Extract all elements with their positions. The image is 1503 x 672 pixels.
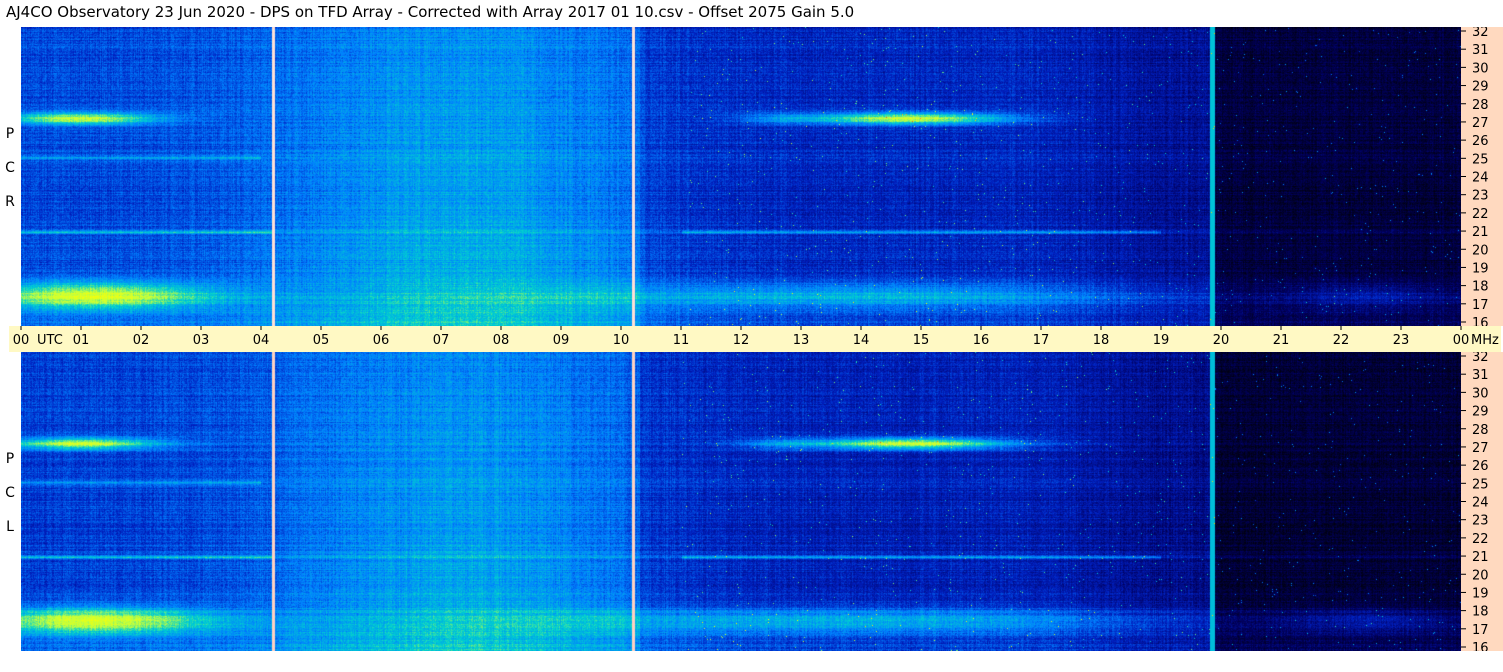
time-tick-label: 20 (1213, 333, 1230, 348)
time-tick-label: 19 (1153, 333, 1170, 348)
time-tick-label: 05 (313, 333, 330, 348)
rcp-frequency-axis: 32 31 30 29 28 27 26 25 24 23 22 21 20 19 18 17 16 (1461, 25, 1503, 331)
frequency-tick-label: 19 (1472, 586, 1489, 601)
frequency-tick-label: 30 (1472, 61, 1489, 76)
frequency-tick-label: 16 (1472, 641, 1489, 651)
frequency-tick-label: 26 (1472, 134, 1489, 149)
frequency-tick-label: 19 (1472, 261, 1489, 276)
frequency-tick-label: 28 (1472, 98, 1489, 113)
frequency-tick-label: 23 (1472, 514, 1489, 529)
frequency-tick-label: 26 (1472, 459, 1489, 474)
time-tick-label: 16 (973, 333, 990, 348)
rcp-frequency-axis-svg: 32 31 30 29 28 27 26 25 24 23 22 21 20 19 18 17 16 (1461, 25, 1489, 331)
rcp-polarization-letter: R (5, 194, 15, 210)
frequency-tick-label: 27 (1472, 441, 1489, 456)
time-tick-label: 15 (913, 333, 930, 348)
lcp-polarization-label: P C L (2, 452, 18, 552)
frequency-tick-label: 22 (1472, 207, 1489, 222)
frequency-tick-label: 29 (1472, 405, 1489, 420)
frequency-tick-label: 21 (1472, 550, 1489, 565)
lcp-polarization-letter: L (6, 519, 14, 535)
time-tick-label: 14 (853, 333, 870, 348)
time-unit-label: UTC (37, 333, 63, 348)
time-tick-label: 03 (193, 333, 210, 348)
frequency-tick-label: 31 (1472, 43, 1489, 58)
lcp-polarization-letter: C (5, 485, 15, 501)
chart-title: AJ4CO Observatory 23 Jun 2020 - DPS on T… (6, 3, 855, 21)
frequency-tick-label: 17 (1472, 623, 1489, 638)
frequency-tick-label: 28 (1472, 423, 1489, 438)
lcp-spectrogram (21, 352, 1461, 651)
lcp-frequency-axis-svg: 32 31 30 29 28 27 26 25 24 23 22 21 20 19 18 17 16 (1461, 350, 1489, 656)
rcp-polarization-label: P C R (2, 127, 18, 227)
time-tick-label: 18 (1093, 333, 1110, 348)
frequency-unit-label: MHz (1471, 333, 1499, 348)
rcp-polarization-letter: C (5, 160, 15, 176)
frequency-tick-label: 24 (1472, 496, 1489, 511)
frequency-tick-label: 27 (1472, 116, 1489, 131)
time-tick-label: 08 (493, 333, 510, 348)
time-tick-label: 17 (1033, 333, 1050, 348)
frequency-tick-label: 29 (1472, 80, 1489, 95)
rcp-polarization-letter: P (5, 126, 15, 142)
time-tick-label: 10 (613, 333, 630, 348)
time-tick-label: 13 (793, 333, 810, 348)
time-tick-label: 12 (733, 333, 750, 348)
frequency-tick-label: 25 (1472, 477, 1489, 492)
lcp-polarization-letter: P (5, 451, 15, 467)
frequency-tick-label: 25 (1472, 152, 1489, 167)
frequency-tick-label: 22 (1472, 532, 1489, 547)
rcp-heatmap (21, 27, 1461, 326)
time-tick-label: 23 (1393, 333, 1410, 348)
time-axis: 00 01 02 03 04 05 06 07 08 09 10 11 12 13 14 15 16 17 18 19… (9, 326, 1501, 352)
frequency-tick-label: 21 (1472, 225, 1489, 240)
frequency-tick-label: 30 (1472, 386, 1489, 401)
time-axis-svg: 00 01 02 03 04 05 06 07 08 09 10 11 12 13 14 15 16 17 18 19… (13, 326, 1499, 348)
time-tick-label: 02 (133, 333, 150, 348)
frequency-tick-label: 32 (1472, 352, 1489, 365)
time-tick-label: 21 (1273, 333, 1290, 348)
frequency-tick-label: 17 (1472, 298, 1489, 313)
frequency-tick-label: 18 (1472, 280, 1489, 295)
time-tick-label: 00 (13, 333, 30, 348)
time-tick-label: 06 (373, 333, 390, 348)
frequency-tick-label: 32 (1472, 27, 1489, 40)
time-tick-label: 04 (253, 333, 270, 348)
time-tick-label: 00 (1453, 333, 1470, 348)
frequency-tick-label: 31 (1472, 368, 1489, 383)
lcp-heatmap (21, 352, 1461, 651)
time-tick-label: 11 (673, 333, 690, 348)
lcp-frequency-axis: 32 31 30 29 28 27 26 25 24 23 22 21 20 19 18 17 16 (1461, 350, 1503, 656)
time-tick-label: 22 (1333, 333, 1350, 348)
frequency-tick-label: 16 (1472, 316, 1489, 326)
time-tick-label: 01 (73, 333, 90, 348)
time-tick-label: 09 (553, 333, 570, 348)
frequency-tick-label: 24 (1472, 171, 1489, 186)
time-tick-label: 07 (433, 333, 450, 348)
frequency-tick-label: 20 (1472, 243, 1489, 258)
frequency-tick-label: 18 (1472, 605, 1489, 620)
frequency-tick-label: 23 (1472, 189, 1489, 204)
frequency-tick-label: 20 (1472, 568, 1489, 583)
rcp-spectrogram (21, 27, 1461, 326)
